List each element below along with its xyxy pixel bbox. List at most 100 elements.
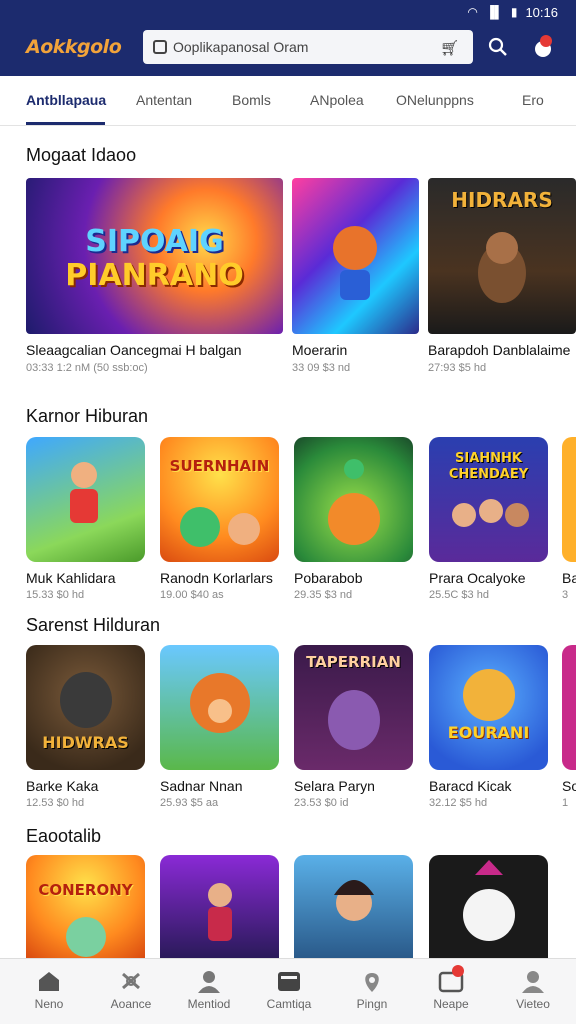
thumbnail-title-art-2: PIANRANO (65, 258, 244, 293)
tab-0[interactable]: Antbllapaua (26, 92, 106, 108)
game-thumbnail (562, 645, 576, 770)
game-thumbnail: SIPOAIG PIANRANO (26, 178, 283, 334)
game-thumbnail: SUERNHAIN (160, 437, 279, 562)
game-title: Pobarabob (294, 570, 363, 586)
game-title: So (562, 778, 576, 794)
nav-label: Neape (433, 997, 469, 1011)
tab-2[interactable]: Bomls (232, 92, 271, 108)
game-thumbnail (160, 645, 279, 770)
game-thumbnail: CONERONY (26, 855, 145, 958)
featured-card[interactable]: SIPOAIG PIANRANO Sleaagcalian Oancegmai … (26, 178, 283, 374)
nav-label: Vieteo (516, 997, 550, 1011)
nav-label: Neno (34, 997, 64, 1011)
nav-item-home[interactable]: Neno (8, 959, 90, 1025)
status-time: 10:16 (525, 4, 558, 20)
section-title: Karnor Hiburan (26, 406, 149, 426)
game-thumbnail (160, 855, 279, 958)
nav-item-category[interactable]: Camtiqa (248, 959, 330, 1025)
game-meta: 19.00 $40 as (160, 589, 224, 601)
nav-item-mentions[interactable]: Mentiod (168, 959, 250, 1025)
game-title: Muk Kahlidara (26, 570, 116, 586)
game-meta: 1 (562, 797, 569, 809)
game-card[interactable]: Muk Kahlidara 15.33 $0 hd (26, 437, 145, 601)
folder-icon (278, 972, 300, 991)
game-card[interactable]: EOURANI Baracd Kicak 32.12 $5 hd (429, 645, 548, 809)
game-title: Selara Paryn (294, 778, 375, 794)
game-card[interactable]: Sadnar Nnan 25.93 $5 aa (160, 645, 279, 809)
game-card[interactable] (160, 855, 279, 958)
game-card[interactable]: TAPERRIAN Selara Paryn 23.53 $0 id (294, 645, 413, 809)
top-app-bar: Aokkgolo 🛒︎ (0, 24, 576, 76)
game-card[interactable]: Pobarabob 29.35 $3 nd (294, 437, 413, 601)
game-thumbnail: HIDRARS (428, 178, 576, 334)
search-input[interactable] (173, 39, 433, 55)
game-title: Prara Ocalyoke (429, 570, 526, 586)
game-thumbnail: TAPERRIAN (294, 645, 413, 770)
game-meta: 33 09 $3 nd (292, 362, 351, 374)
home-icon (39, 972, 59, 991)
notification-icon[interactable] (532, 35, 554, 65)
game-title: Barke Kaka (26, 778, 99, 794)
game-title: Ranodn Korlarlars (160, 570, 273, 586)
category-tabs: Antbllapaua Antentan Bomls ANpolea ONelu… (0, 76, 576, 126)
game-meta: 12.53 $0 hd (26, 797, 85, 809)
game-title: Sadnar Nnan (160, 778, 243, 794)
game-thumbnail (562, 437, 576, 562)
game-meta: 29.35 $3 nd (294, 589, 353, 601)
game-card[interactable]: HIDWRAS Barke Kaka 12.53 $0 hd (26, 645, 145, 809)
game-card[interactable]: Ba 3 (562, 437, 576, 601)
game-thumbnail (26, 437, 145, 562)
wifi-icon: ◠ (467, 5, 478, 19)
person-icon (198, 971, 220, 993)
thumbnail-title-art: SIPOAIG (85, 224, 224, 259)
game-card[interactable] (294, 855, 413, 958)
tab-5[interactable]: Ero (522, 92, 544, 108)
tab-4[interactable]: ONelunppns (396, 92, 474, 108)
featured-card[interactable]: HIDRARS Barapdoh Danblalaime 27:93 $5 hd (428, 178, 576, 374)
game-title: Ba (562, 570, 576, 586)
nav-label: Aoance (110, 997, 152, 1011)
search-box-icon (153, 40, 167, 54)
game-title: Barapdoh Danblalaime (428, 342, 571, 358)
game-title: Sleaagcalian Oancegmai H balgan (26, 342, 242, 358)
nav-label: Mentiod (187, 997, 231, 1011)
game-thumbnail: SIAHNHK CHENDAEY (429, 437, 548, 562)
game-meta: 23.53 $0 id (294, 797, 349, 809)
game-card[interactable]: SUERNHAIN Ranodn Korlarlars 19.00 $40 as (160, 437, 279, 601)
nav-item-ping[interactable]: Pingn (331, 959, 413, 1025)
game-thumbnail (292, 178, 419, 334)
tab-1[interactable]: Antentan (136, 92, 192, 108)
search-icon[interactable] (488, 37, 508, 63)
game-thumbnail: EOURANI (429, 645, 548, 770)
game-meta: 15.33 $0 hd (26, 589, 85, 601)
game-thumbnail (294, 855, 413, 958)
battery-icon: ▮ (510, 5, 518, 19)
game-meta: 03:33 1:2 nM (50 ssb:oc) (26, 362, 148, 374)
game-card[interactable]: CONERONY (26, 855, 145, 958)
game-card[interactable] (429, 855, 548, 958)
game-meta: 25.5C $3 hd (429, 589, 489, 601)
nav-item-messages[interactable]: Neape (410, 959, 492, 1025)
cart-icon[interactable]: 🛒︎ (440, 39, 459, 57)
game-card[interactable]: So 1 (562, 645, 576, 809)
notification-badge (452, 965, 464, 977)
game-card[interactable]: SIAHNHK CHENDAEY Prara Ocalyoke 25.5C $3 … (429, 437, 548, 601)
game-thumbnail (294, 437, 413, 562)
location-icon (365, 973, 379, 992)
game-meta: 32.12 $5 hd (429, 797, 488, 809)
notification-badge (540, 35, 552, 47)
game-meta: 27:93 $5 hd (428, 362, 487, 374)
featured-card[interactable]: Moerarin 33 09 $3 nd (292, 178, 419, 374)
game-meta: 3 (562, 589, 569, 601)
game-thumbnail (429, 855, 548, 958)
nav-item-profile[interactable]: Vieteo (492, 959, 574, 1025)
search-bar[interactable]: 🛒︎ (143, 30, 473, 64)
tab-3[interactable]: ANpolea (310, 92, 364, 108)
bottom-navigation: Neno Aoance Mentiod Camtiqa Pingn Neape … (0, 958, 576, 1024)
game-meta: 25.93 $5 aa (160, 797, 219, 809)
section-title: Sarenst Hilduran (26, 615, 161, 635)
account-icon (522, 971, 544, 993)
nav-item-games[interactable]: Aoance (90, 959, 172, 1025)
app-logo[interactable]: Aokkgolo (26, 36, 122, 58)
thumbnail-title-art: HIDWRAS (42, 733, 129, 752)
